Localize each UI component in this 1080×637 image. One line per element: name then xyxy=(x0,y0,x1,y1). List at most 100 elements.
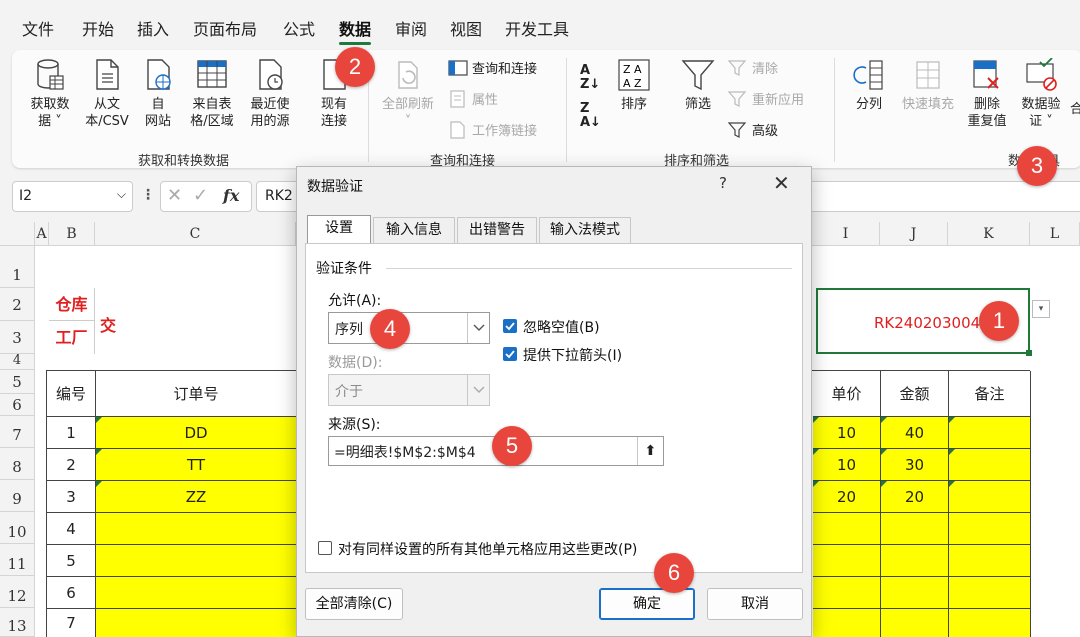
from-web-button[interactable]: 自 网站 xyxy=(136,58,180,130)
tab-settings[interactable]: 设置 xyxy=(307,215,371,244)
dropdown-arrow-checkbox[interactable] xyxy=(503,347,517,361)
queries-connections-button[interactable]: 查询和连接 xyxy=(448,58,537,77)
cell-order[interactable] xyxy=(96,577,297,609)
cell-order[interactable]: ZZ xyxy=(96,481,297,513)
cancel-button[interactable]: 取消 xyxy=(707,588,803,620)
collapse-dialog-icon[interactable]: ⬆ xyxy=(637,437,663,465)
cell-amount[interactable] xyxy=(881,609,949,637)
row-header-8[interactable]: 8 xyxy=(0,448,35,480)
data-validation-button[interactable]: 数据验 证 ˅ xyxy=(1014,58,1068,130)
cell-no[interactable]: 5 xyxy=(47,545,96,577)
refresh-all-button[interactable]: 全部刷新 ˅ xyxy=(376,58,440,130)
row-header-9[interactable]: 9 xyxy=(0,480,35,512)
cell-remark[interactable] xyxy=(949,513,1031,545)
cell-price[interactable] xyxy=(813,545,881,577)
from-table-button[interactable]: 来自表 格/区域 xyxy=(184,58,240,130)
row-header-3[interactable]: 3 xyxy=(0,321,35,354)
cell-no[interactable]: 4 xyxy=(47,513,96,545)
properties-button[interactable]: 属性 xyxy=(448,89,498,108)
menu-view[interactable]: 视图 xyxy=(450,16,482,40)
recent-sources-button[interactable]: 最近使 用的源 xyxy=(242,58,298,130)
list-dropdown-arrow[interactable]: ▾ xyxy=(1032,300,1050,318)
cell-order[interactable] xyxy=(96,513,297,545)
column-header-b[interactable]: B xyxy=(49,222,95,246)
cell-amount[interactable] xyxy=(881,513,949,545)
clear-filter-button[interactable]: 清除 xyxy=(728,58,778,77)
cell-order[interactable] xyxy=(96,545,297,577)
enter-check-icon[interactable]: ✓ xyxy=(193,185,208,206)
column-header-l[interactable]: L xyxy=(1030,222,1080,246)
name-box[interactable]: I2 ⌵ xyxy=(12,181,133,212)
cell-price[interactable]: 20 xyxy=(813,481,881,513)
column-header-c[interactable]: C xyxy=(95,222,296,246)
cell-price[interactable]: 10 xyxy=(813,417,881,449)
row-header-2[interactable]: 2 xyxy=(0,288,35,321)
cell-order[interactable]: TT xyxy=(96,449,297,481)
cell-order[interactable] xyxy=(96,609,297,637)
cell-remark[interactable] xyxy=(949,545,1031,577)
cell-price[interactable] xyxy=(813,609,881,637)
cell-no[interactable]: 3 xyxy=(47,481,96,513)
row-header-11[interactable]: 11 xyxy=(0,544,35,576)
select-all-corner[interactable] xyxy=(0,222,35,246)
cancel-icon[interactable]: ✕ xyxy=(167,185,182,206)
fill-handle[interactable] xyxy=(1026,350,1032,356)
cell-no[interactable]: 6 xyxy=(47,577,96,609)
apply-all-checkbox[interactable] xyxy=(318,541,332,555)
cell-amount[interactable] xyxy=(881,545,949,577)
menu-review[interactable]: 审阅 xyxy=(395,16,427,40)
clear-all-button[interactable]: 全部清除(C) xyxy=(305,588,403,620)
column-header-j[interactable]: J xyxy=(880,222,948,246)
cell-no[interactable]: 7 xyxy=(47,609,96,637)
sort-ascending-icon[interactable]: A Z↓ xyxy=(580,64,600,92)
close-icon[interactable]: ✕ xyxy=(773,171,790,195)
menu-data[interactable]: 数据 xyxy=(339,16,371,40)
sort-button[interactable]: Z AA Z 排序 xyxy=(612,58,656,113)
menu-file[interactable]: 文件 xyxy=(22,16,54,40)
menu-developer[interactable]: 开发工具 xyxy=(505,16,569,40)
more-options-icon[interactable]: ⋮ xyxy=(141,187,155,203)
cell-no[interactable]: 2 xyxy=(47,449,96,481)
menu-home[interactable]: 开始 xyxy=(82,16,114,40)
row-header-6[interactable]: 6 xyxy=(0,394,35,416)
column-header-k[interactable]: K xyxy=(948,222,1030,246)
cell-remark[interactable] xyxy=(949,449,1031,481)
tab-input-message[interactable]: 输入信息 xyxy=(373,217,455,243)
insert-function-icon[interactable]: fx xyxy=(223,186,239,205)
remove-duplicates-button[interactable]: 删除 重复值 xyxy=(962,58,1012,130)
cell-amount[interactable]: 20 xyxy=(881,481,949,513)
row-header-7[interactable]: 7 xyxy=(0,416,35,448)
reapply-button[interactable]: 重新应用 xyxy=(728,89,804,108)
menu-page-layout[interactable]: 页面布局 xyxy=(193,16,257,40)
flash-fill-button[interactable]: 快速填充 xyxy=(896,58,960,113)
cell-price[interactable] xyxy=(813,577,881,609)
cell-amount[interactable]: 40 xyxy=(881,417,949,449)
from-text-csv-button[interactable]: 从文 本/CSV xyxy=(82,58,132,130)
cell-remark[interactable] xyxy=(949,577,1031,609)
row-header-10[interactable]: 10 xyxy=(0,512,35,544)
row-header-5[interactable]: 5 xyxy=(0,370,35,394)
cell-remark[interactable] xyxy=(949,609,1031,637)
row-header-12[interactable]: 12 xyxy=(0,576,35,608)
ok-button[interactable]: 确定 xyxy=(599,588,695,620)
advanced-filter-button[interactable]: 高级 xyxy=(728,120,778,139)
filter-button[interactable]: 筛选 xyxy=(676,58,720,113)
column-header-a[interactable]: A xyxy=(35,222,49,246)
cell-remark[interactable] xyxy=(949,481,1031,513)
cell-no[interactable]: 1 xyxy=(47,417,96,449)
ignore-blank-checkbox[interactable] xyxy=(503,319,517,333)
help-icon[interactable]: ? xyxy=(719,174,727,192)
menu-formulas[interactable]: 公式 xyxy=(283,16,315,40)
column-header-i[interactable]: I xyxy=(812,222,880,246)
consolidate-button-partial[interactable]: 合 xyxy=(1070,98,1080,117)
sort-descending-icon[interactable]: Z A↓ xyxy=(580,102,601,130)
tab-ime-mode[interactable]: 输入法模式 xyxy=(539,217,631,243)
cell-price[interactable]: 10 xyxy=(813,449,881,481)
row-header-1[interactable]: 1 xyxy=(0,246,35,288)
workbook-links-button[interactable]: 工作簿链接 xyxy=(448,120,537,139)
cell-amount[interactable]: 30 xyxy=(881,449,949,481)
menu-insert[interactable]: 插入 xyxy=(137,16,169,40)
cell-remark[interactable] xyxy=(949,417,1031,449)
get-data-button[interactable]: 获取数 据 ˅ xyxy=(22,58,78,130)
cell-order[interactable]: DD xyxy=(96,417,297,449)
